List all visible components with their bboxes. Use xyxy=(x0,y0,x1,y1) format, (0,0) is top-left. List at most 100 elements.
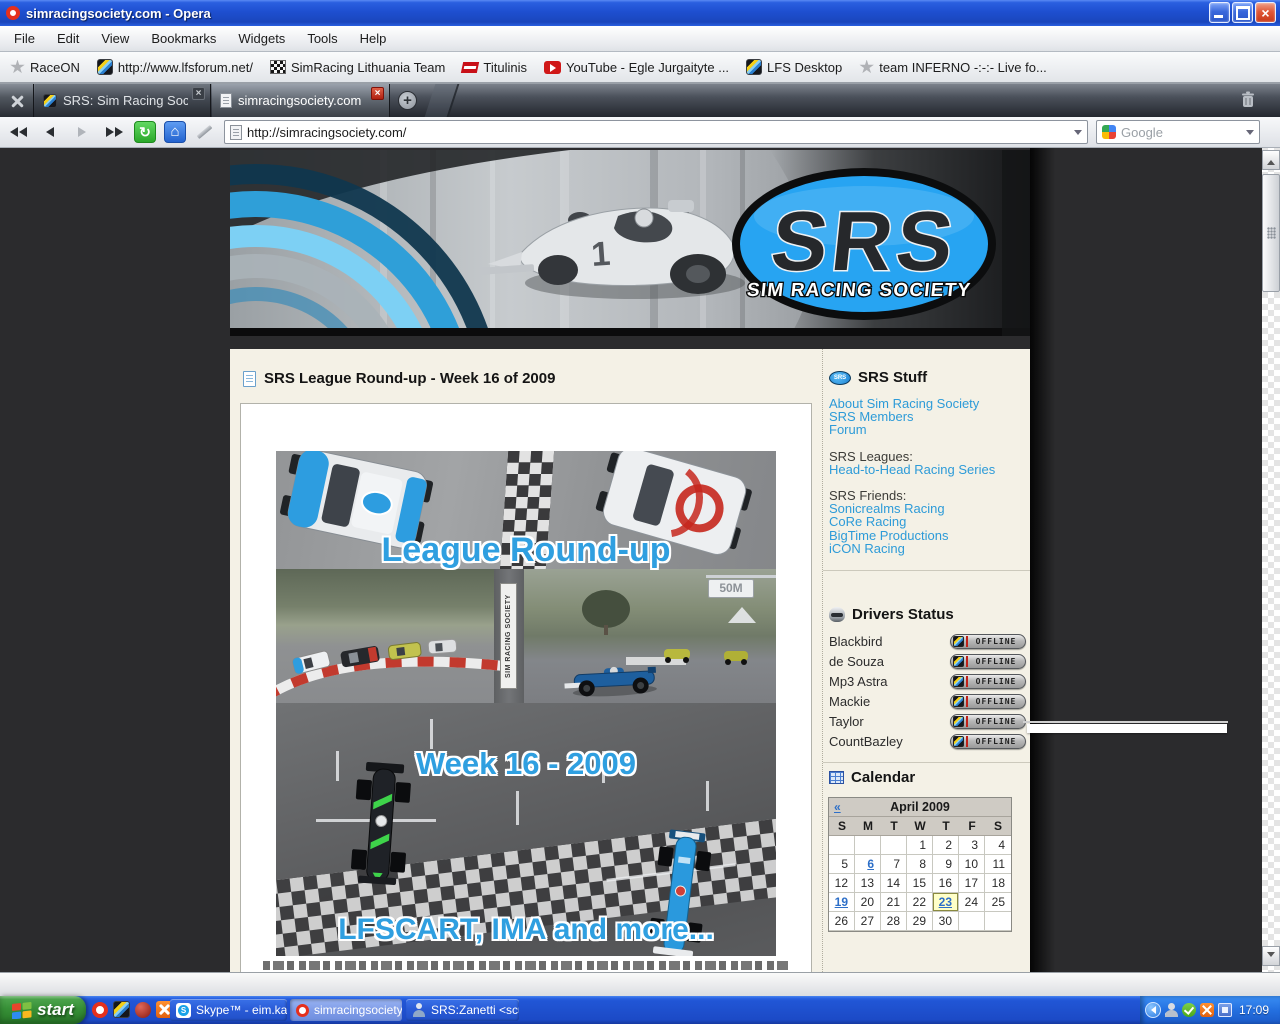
menu-view[interactable]: View xyxy=(91,28,139,49)
calendar-day: 4 xyxy=(985,836,1011,855)
calendar-day-link[interactable]: 19 xyxy=(829,893,855,912)
menu-bookmarks[interactable]: Bookmarks xyxy=(141,28,226,49)
calendar-day: 10 xyxy=(959,855,985,874)
content-shadow xyxy=(1030,148,1066,972)
page-icon xyxy=(230,124,242,140)
calendar-day: 2 xyxy=(933,836,959,855)
star-icon xyxy=(10,59,25,74)
taskbar-item-simracingsociety[interactable]: simracingsociety.com ... xyxy=(290,999,402,1021)
menu-edit[interactable]: Edit xyxy=(47,28,89,49)
lfs-icon[interactable] xyxy=(113,1001,130,1018)
new-tab-button[interactable]: + xyxy=(398,91,417,110)
opera-icon[interactable] xyxy=(92,1001,108,1018)
fast-forward-button[interactable] xyxy=(102,120,126,144)
forward-button[interactable] xyxy=(70,120,94,144)
driver-row: Taylor OFFLINE xyxy=(829,711,1026,731)
banner-art: 1 SRS SIM RACING SOCIETY xyxy=(10,150,1030,656)
link-forum[interactable]: Forum xyxy=(829,423,1027,436)
bookmark-lfsforum[interactable]: http://www.lfsforum.net/ xyxy=(96,59,253,75)
menu-tools[interactable]: Tools xyxy=(297,28,347,49)
home-button[interactable]: ⌂ xyxy=(164,121,186,143)
calendar-day xyxy=(959,912,985,931)
chevron-down-icon[interactable] xyxy=(1074,129,1082,139)
svg-text:SIM RACING SOCIETY: SIM RACING SOCIETY xyxy=(746,280,972,301)
minimize-button[interactable] xyxy=(1209,2,1230,23)
tray-collapse-icon[interactable] xyxy=(1145,1002,1161,1018)
rewind-button[interactable] xyxy=(6,120,30,144)
menu-file[interactable]: File xyxy=(4,28,45,49)
url-input[interactable] xyxy=(247,124,1069,140)
calendar-day: 27 xyxy=(855,912,881,931)
menu-help[interactable]: Help xyxy=(350,28,397,49)
link-head-to-head[interactable]: Head-to-Head Racing Series xyxy=(829,463,1027,476)
opera-icon xyxy=(296,1003,309,1017)
google-icon xyxy=(1102,125,1116,139)
star-icon xyxy=(859,59,874,74)
vertical-scrollbar[interactable] xyxy=(1262,148,1280,972)
menu-widgets[interactable]: Widgets xyxy=(228,28,295,49)
address-bar: ↻ ⌂ xyxy=(0,117,1280,148)
scroll-up-button[interactable] xyxy=(1262,150,1280,170)
page-icon xyxy=(220,93,232,108)
calendar-day: 22 xyxy=(907,893,933,912)
messenger-icon[interactable] xyxy=(1165,1003,1178,1017)
calendar-day-link[interactable]: 6 xyxy=(855,855,881,874)
window-titlebar: simracingsociety.com - Opera × xyxy=(0,0,1280,26)
bookmark-simracing-lithuania[interactable]: SimRacing Lithuania Team xyxy=(269,60,445,75)
scroll-down-button[interactable] xyxy=(1262,946,1280,966)
lfs-icon xyxy=(746,59,763,75)
tab-srs-sim-racing-society[interactable]: SRS: Sim Racing Society... × xyxy=(35,84,211,117)
skype-online-icon[interactable] xyxy=(1182,1003,1196,1017)
back-button[interactable] xyxy=(38,120,62,144)
leagues-label: SRS Leagues: xyxy=(829,448,913,464)
bookmark-titulinis[interactable]: Titulinis xyxy=(461,60,527,75)
bookmark-lfs-desktop[interactable]: LFS Desktop xyxy=(746,59,842,75)
calendar-day: 18 xyxy=(985,874,1011,893)
calendar-day: 3 xyxy=(959,836,985,855)
calendar-day: 30 xyxy=(933,912,959,931)
bookmark-raceon[interactable]: RaceON xyxy=(10,59,80,75)
close-button[interactable]: × xyxy=(1255,2,1276,23)
link-icon-racing[interactable]: iCON Racing xyxy=(829,542,1027,555)
render-artifact xyxy=(1023,721,1228,723)
tab-simracingsociety[interactable]: simracingsociety.com × xyxy=(212,84,390,117)
search-input[interactable] xyxy=(1121,124,1241,140)
srs-logo-icon: SRS xyxy=(829,370,851,385)
close-tab-icon[interactable]: × xyxy=(192,87,205,100)
calendar-prev-button[interactable]: « xyxy=(834,800,841,814)
close-tab-icon[interactable]: × xyxy=(371,87,384,100)
svg-text:SRS: SRS xyxy=(767,194,962,288)
start-button[interactable]: start xyxy=(0,996,86,1024)
scrollbar-thumb[interactable] xyxy=(1262,174,1280,292)
driver-row: de Souza OFFLINE xyxy=(829,651,1026,671)
driver-row: Mackie OFFLINE xyxy=(829,691,1026,711)
link-bigtime[interactable]: BigTime Productions xyxy=(829,528,1027,541)
chevron-down-icon[interactable] xyxy=(1246,129,1254,139)
calendar-day: 8 xyxy=(907,855,933,874)
trash-icon[interactable] xyxy=(1238,90,1258,110)
bookmarks-bar: RaceON http://www.lfsforum.net/ SimRacin… xyxy=(0,52,1280,84)
xampp-icon[interactable] xyxy=(1200,1003,1214,1017)
link-core-racing[interactable]: CoRe Racing xyxy=(829,515,1027,528)
wrench-icon xyxy=(9,93,25,109)
red-orb-icon[interactable] xyxy=(135,1001,151,1018)
search-field[interactable] xyxy=(1096,120,1260,144)
skype-icon: S xyxy=(176,1002,191,1018)
windows-update-icon[interactable] xyxy=(1218,1003,1232,1017)
checkered-flag-icon xyxy=(269,60,286,74)
calendar-day: 17 xyxy=(959,874,985,893)
panels-toggle-button[interactable] xyxy=(0,84,34,117)
maximize-button[interactable] xyxy=(1232,2,1253,23)
pencil-icon[interactable] xyxy=(194,121,216,143)
taskbar-item-srs-zanetti[interactable]: SRS:Zanetti <scuderi... xyxy=(406,999,519,1021)
lfs-icon xyxy=(953,735,964,747)
calendar-day-today[interactable]: 23 xyxy=(933,893,959,912)
url-field[interactable] xyxy=(224,120,1088,144)
bookmark-youtube[interactable]: YouTube - Egle Jurgaityte ... xyxy=(543,60,729,75)
article-image[interactable]: SIM RACING SOCIETY 50M League Round-up W… xyxy=(276,451,776,956)
bookmark-team-inferno[interactable]: team INFERNO -:-:- Live fo... xyxy=(859,59,1047,75)
taskbar-item-skype[interactable]: S Skype™ - eim.kasp xyxy=(170,999,287,1021)
calendar-day: 12 xyxy=(829,874,855,893)
reload-button[interactable]: ↻ xyxy=(134,121,156,143)
calendar-day xyxy=(881,836,907,855)
